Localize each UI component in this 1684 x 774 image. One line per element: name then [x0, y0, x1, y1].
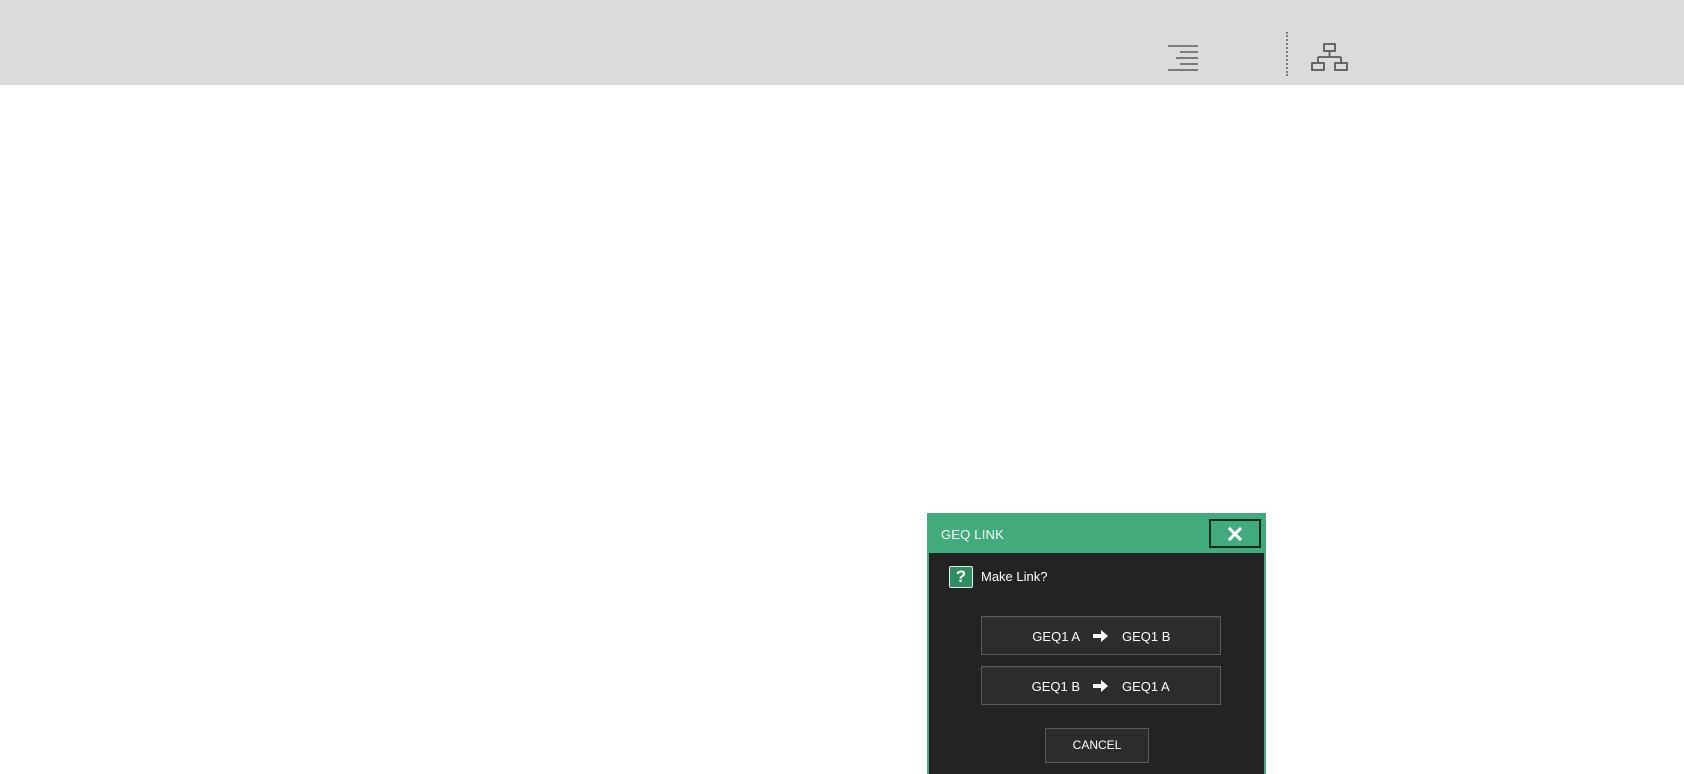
link-b-to-a-button[interactable]: GEQ1 B GEQ1 A: [981, 666, 1221, 705]
toolbar-divider: [1286, 32, 1288, 76]
link-target-label: GEQ1 A: [1122, 679, 1170, 694]
link-source-label: GEQ1 A: [1032, 629, 1080, 644]
link-source-label: GEQ1 B: [1031, 679, 1080, 694]
dialog-title: GEQ LINK: [941, 527, 1005, 542]
close-button[interactable]: [1209, 519, 1261, 548]
top-toolbar: [0, 0, 1684, 85]
network-tree-icon[interactable]: [1310, 42, 1350, 74]
dialog-header: GEQ LINK: [929, 515, 1264, 553]
cancel-button[interactable]: CANCEL: [1045, 728, 1149, 763]
question-icon: ?: [949, 566, 973, 588]
arrow-right-icon: [1093, 630, 1109, 645]
geq-link-dialog: GEQ LINK ? Make Link? GEQ1 A GEQ1 B GEQ1…: [927, 513, 1266, 774]
close-icon: [1228, 527, 1242, 541]
page: GEQ LINK ? Make Link? GEQ1 A GEQ1 B GEQ1…: [0, 0, 1684, 774]
arrow-right-icon: [1093, 680, 1109, 695]
menu-lines-icon[interactable]: [1166, 44, 1202, 72]
prompt-text: Make Link?: [981, 569, 1048, 584]
link-target-label: GEQ1 B: [1122, 629, 1171, 644]
link-a-to-b-button[interactable]: GEQ1 A GEQ1 B: [981, 616, 1221, 655]
